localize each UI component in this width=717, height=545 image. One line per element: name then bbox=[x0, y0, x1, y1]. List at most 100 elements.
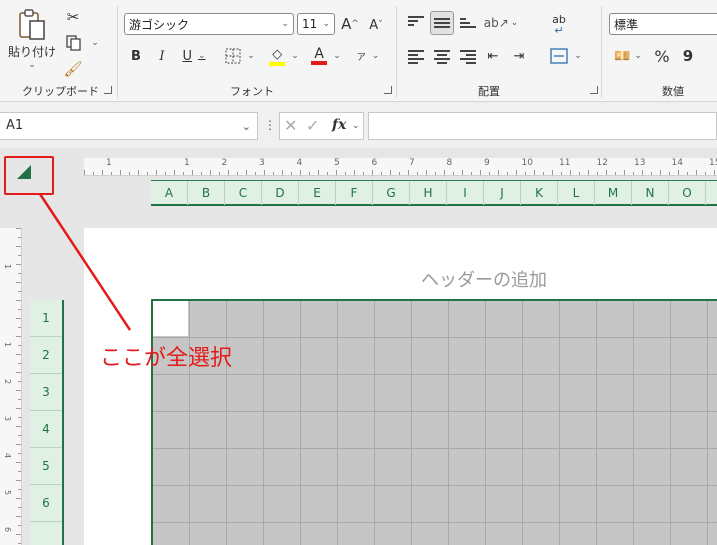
phonetic-button[interactable]: ア ⌄ bbox=[352, 46, 384, 66]
decrease-indent-button[interactable]: ⇤ bbox=[484, 47, 502, 65]
font-group-label: フォント bbox=[230, 85, 274, 98]
bold-icon: B bbox=[131, 48, 141, 64]
increase-indent-button[interactable]: ⇥ bbox=[510, 47, 528, 65]
cell-a1[interactable] bbox=[153, 301, 188, 336]
column-header-h[interactable]: H bbox=[410, 181, 447, 205]
column-header-d[interactable]: D bbox=[262, 181, 299, 205]
merge-cells-icon bbox=[550, 48, 568, 64]
ruler-number: 6 bbox=[3, 526, 13, 533]
insert-function-button[interactable]: fx bbox=[332, 117, 346, 133]
cell-grid[interactable] bbox=[151, 299, 717, 545]
column-header-b[interactable]: B bbox=[188, 181, 225, 205]
formula-input[interactable] bbox=[368, 112, 717, 140]
percent-button[interactable]: % bbox=[652, 46, 672, 66]
more-icon[interactable]: ⋮ bbox=[264, 118, 276, 132]
row-header-4[interactable]: 4 bbox=[30, 411, 62, 448]
paste-button[interactable]: 貼り付け ⌄ bbox=[8, 6, 56, 72]
column-header-e[interactable]: E bbox=[299, 181, 336, 205]
column-header-o[interactable]: O bbox=[669, 181, 706, 205]
align-center-icon[interactable] bbox=[434, 50, 450, 64]
font-color-button[interactable]: A ⌄ bbox=[308, 44, 344, 68]
sheet-area: 1123456789101112131415 ABCDEFGHIJKLMNO 1… bbox=[0, 148, 717, 545]
italic-icon: I bbox=[159, 48, 165, 64]
ruler-tick bbox=[543, 172, 544, 175]
excel-window: 貼り付け ⌄ ✂ ⌄ 🖌 クリップボード 游ゴシック ⌄ 11 ⌄ A ^ A ˅ bbox=[0, 0, 717, 545]
ruler-tick bbox=[18, 435, 21, 436]
underline-button[interactable]: U ⌄ bbox=[176, 46, 212, 66]
ruler-number: 2 bbox=[221, 158, 228, 168]
ruler-tick bbox=[462, 170, 463, 175]
ruler-number: 2 bbox=[3, 378, 13, 385]
grow-font-icon: A bbox=[341, 15, 352, 33]
fill-color-button[interactable]: ◇ ⌄ bbox=[266, 44, 302, 68]
header-placeholder[interactable]: ヘッダーの追加 bbox=[421, 266, 547, 292]
cut-button[interactable]: ✂ bbox=[62, 6, 84, 28]
column-header-i[interactable]: I bbox=[447, 181, 484, 205]
chevron-down-icon: ⌄ bbox=[371, 51, 380, 61]
italic-button[interactable]: I bbox=[152, 46, 172, 66]
ruler-tick bbox=[498, 170, 499, 175]
cancel-icon[interactable]: ✕ bbox=[284, 116, 297, 135]
row-header-2[interactable]: 2 bbox=[30, 337, 62, 374]
ruler-tick bbox=[16, 354, 21, 355]
column-header-k[interactable]: K bbox=[521, 181, 558, 205]
column-header-g[interactable]: G bbox=[373, 181, 410, 205]
ruler-tick bbox=[480, 170, 481, 175]
font-size-select[interactable]: 11 ⌄ bbox=[297, 13, 335, 35]
column-header-l[interactable]: L bbox=[558, 181, 595, 205]
ruler-tick bbox=[18, 489, 21, 490]
name-box[interactable]: A1 ⌄ bbox=[0, 112, 258, 140]
align-top-icon[interactable] bbox=[408, 16, 424, 28]
copy-icon bbox=[66, 35, 81, 51]
clipboard-group-label: クリップボード bbox=[22, 85, 99, 98]
chevron-down-icon: ⌄ bbox=[634, 51, 642, 61]
row-header-1[interactable]: 1 bbox=[30, 300, 62, 337]
column-header-f[interactable]: F bbox=[336, 181, 373, 205]
border-button[interactable]: ⌄ bbox=[222, 46, 258, 66]
enter-icon[interactable]: ✓ bbox=[306, 116, 319, 135]
column-header-c[interactable]: C bbox=[225, 181, 262, 205]
align-middle-button[interactable] bbox=[430, 11, 454, 35]
column-header-j[interactable]: J bbox=[484, 181, 521, 205]
row-header-6[interactable]: 6 bbox=[30, 485, 62, 522]
currency-button[interactable]: 💴 ⌄ bbox=[610, 46, 646, 66]
align-right-icon[interactable] bbox=[460, 50, 476, 64]
ruler-tick bbox=[16, 390, 21, 391]
number-format-select[interactable]: 標準 bbox=[609, 13, 717, 35]
align-left-icon[interactable] bbox=[408, 50, 424, 64]
chevron-down-icon: ⌄ bbox=[281, 19, 289, 29]
bold-button[interactable]: B bbox=[126, 46, 146, 66]
copy-button[interactable]: ⌄ bbox=[62, 32, 102, 54]
shrink-font-button[interactable]: A ˅ bbox=[366, 15, 386, 35]
column-header-a[interactable]: A bbox=[151, 181, 188, 205]
row-headers: 123456 bbox=[30, 300, 64, 545]
orientation-button[interactable]: ab↗ ⌄ bbox=[484, 12, 519, 34]
comma-button[interactable]: 9 bbox=[678, 46, 698, 66]
ruler-tick bbox=[156, 170, 157, 175]
ruler-tick bbox=[16, 426, 21, 427]
alignment-dialog-launcher[interactable] bbox=[590, 86, 598, 94]
format-painter-button[interactable]: 🖌 bbox=[62, 58, 84, 80]
font-dialog-launcher[interactable] bbox=[384, 86, 392, 94]
chevron-down-icon: ⌄ bbox=[510, 18, 519, 28]
ruler-tick bbox=[264, 170, 265, 175]
ruler-tick bbox=[291, 172, 292, 175]
ruler-tick bbox=[18, 471, 21, 472]
clipboard-dialog-launcher[interactable] bbox=[104, 86, 112, 94]
ruler-tick bbox=[16, 516, 21, 517]
align-bottom-icon[interactable] bbox=[460, 18, 476, 30]
merge-center-button[interactable]: ⌄ bbox=[546, 46, 586, 66]
row-header-3[interactable]: 3 bbox=[30, 374, 62, 411]
ruler-tick bbox=[18, 525, 21, 526]
ruler-number: 5 bbox=[3, 489, 13, 496]
font-color-icon: A bbox=[314, 46, 324, 62]
column-header-m[interactable]: M bbox=[595, 181, 632, 205]
ruler-tick bbox=[16, 534, 21, 535]
column-header-n[interactable]: N bbox=[632, 181, 669, 205]
ruler-tick bbox=[16, 264, 21, 265]
wrap-text-button[interactable]: ab ↵ bbox=[546, 12, 572, 38]
grow-font-button[interactable]: A ^ bbox=[340, 13, 360, 35]
chevron-down-icon: ⌄ bbox=[291, 51, 299, 61]
row-header-5[interactable]: 5 bbox=[30, 448, 62, 485]
font-name-select[interactable]: 游ゴシック ⌄ bbox=[124, 13, 294, 35]
